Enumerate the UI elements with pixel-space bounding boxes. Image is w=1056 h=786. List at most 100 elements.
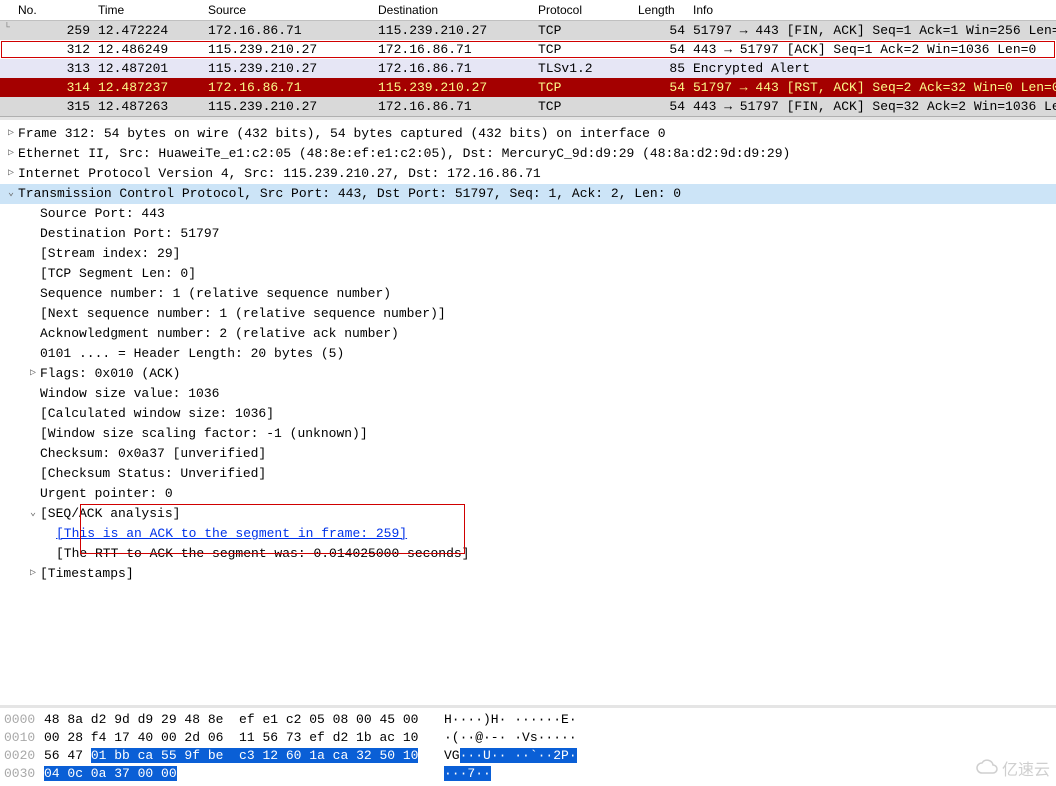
col-header-info[interactable]: Info [689,2,1056,18]
detail-flags[interactable]: ▷Flags: 0x010 (ACK) [0,364,1056,384]
hex-dump-pane: 000048 8a d2 9d d9 29 48 8e ef e1 c2 05 … [0,705,1056,786]
hex-row[interactable]: 003004 0c 0a 37 00 00···7·· [0,765,1056,783]
detail-chkstatus[interactable]: [Checksum Status: Unverified] [0,464,1056,484]
detail-seq[interactable]: Sequence number: 1 (relative sequence nu… [0,284,1056,304]
hex-ascii: H····)H· ······E· [444,711,577,729]
detail-stream[interactable]: [Stream index: 29] [0,244,1056,264]
hex-bytes: 56 47 01 bb ca 55 9f be c3 12 60 1a ca 3… [44,747,444,765]
cell-info: Encrypted Alert [689,60,1056,77]
hex-offset: 0030 [4,765,44,783]
cell-length: 54 [634,79,689,96]
detail-calcwin[interactable]: [Calculated window size: 1036] [0,404,1056,424]
cell-no: 259 [14,22,94,39]
collapse-icon[interactable]: ⌄ [4,184,18,204]
packet-row[interactable]: └25912.472224172.16.86.71115.239.210.27T… [0,21,1056,40]
packet-row[interactable]: 31212.486249115.239.210.27172.16.86.71TC… [0,40,1056,59]
expand-icon[interactable]: ▷ [26,564,40,584]
cell-protocol: TCP [534,41,634,58]
col-header-length[interactable]: Length [634,2,689,18]
cell-destination: 172.16.86.71 [374,41,534,58]
cloud-icon [976,759,998,777]
col-header-protocol[interactable]: Protocol [534,2,634,18]
cell-info: 443 → 51797 [ACK] Seq=1 Ack=2 Win=1036 L… [689,41,1056,58]
detail-ack[interactable]: Acknowledgment number: 2 (relative ack n… [0,324,1056,344]
detail-ip[interactable]: ▷Internet Protocol Version 4, Src: 115.2… [0,164,1056,184]
detail-frame-text: Frame 312: 54 bytes on wire (432 bits), … [18,124,666,144]
packet-list-pane: No. Time Source Destination Protocol Len… [0,0,1056,117]
expand-icon[interactable]: ▷ [26,364,40,384]
cell-info: 51797 → 443 [FIN, ACK] Seq=1 Ack=1 Win=2… [689,22,1056,39]
col-header-no[interactable]: No. [14,2,94,18]
packet-list-header: No. Time Source Destination Protocol Len… [0,0,1056,21]
cell-destination: 172.16.86.71 [374,60,534,77]
hex-offset: 0000 [4,711,44,729]
hex-bytes: 00 28 f4 17 40 00 2d 06 11 56 73 ef d2 1… [44,729,444,747]
cell-time: 12.472224 [94,22,204,39]
cell-no: 315 [14,98,94,115]
direction-arrow-icon [0,98,14,115]
packet-rows: └25912.472224172.16.86.71115.239.210.27T… [0,21,1056,116]
cell-source: 115.239.210.27 [204,41,374,58]
cell-destination: 115.239.210.27 [374,79,534,96]
hex-ascii: ···7·· [444,765,491,783]
detail-seglen[interactable]: [TCP Segment Len: 0] [0,264,1056,284]
direction-arrow-icon [0,79,14,96]
detail-ip-text: Internet Protocol Version 4, Src: 115.23… [18,164,541,184]
detail-nextseq[interactable]: [Next sequence number: 1 (relative seque… [0,304,1056,324]
cell-source: 172.16.86.71 [204,22,374,39]
detail-frame[interactable]: ▷Frame 312: 54 bytes on wire (432 bits),… [0,124,1056,144]
cell-protocol: TCP [534,79,634,96]
cell-protocol: TCP [534,98,634,115]
hex-bytes: 48 8a d2 9d d9 29 48 8e ef e1 c2 05 08 0… [44,711,444,729]
cell-length: 54 [634,22,689,39]
collapse-icon[interactable]: ⌄ [26,504,40,524]
cell-destination: 115.239.210.27 [374,22,534,39]
hex-row[interactable]: 002056 47 01 bb ca 55 9f be c3 12 60 1a … [0,747,1056,765]
cell-length: 85 [634,60,689,77]
detail-winscale[interactable]: [Window size scaling factor: -1 (unknown… [0,424,1056,444]
detail-srcport[interactable]: Source Port: 443 [0,204,1056,224]
detail-ackto[interactable]: [This is an ACK to the segment in frame:… [0,524,1056,544]
packet-row[interactable]: 31412.487237172.16.86.71115.239.210.27TC… [0,78,1056,97]
detail-urg[interactable]: Urgent pointer: 0 [0,484,1056,504]
hex-row[interactable]: 001000 28 f4 17 40 00 2d 06 11 56 73 ef … [0,729,1056,747]
detail-timestamps[interactable]: ▷[Timestamps] [0,564,1056,584]
hex-offset: 0010 [4,729,44,747]
cell-protocol: TLSv1.2 [534,60,634,77]
packet-detail-pane: ▷Frame 312: 54 bytes on wire (432 bits),… [0,117,1056,705]
cell-time: 12.487237 [94,79,204,96]
col-header-spacer [0,2,14,18]
detail-seqack[interactable]: ⌄ [SEQ/ACK analysis] [0,504,1056,524]
col-header-source[interactable]: Source [204,2,374,18]
cell-no: 314 [14,79,94,96]
expand-icon[interactable]: ▷ [4,144,18,164]
cell-info: 443 → 51797 [FIN, ACK] Seq=32 Ack=2 Win=… [689,98,1056,115]
watermark: 亿速云 [976,756,1050,780]
cell-source: 172.16.86.71 [204,79,374,96]
detail-checksum[interactable]: Checksum: 0x0a37 [unverified] [0,444,1056,464]
cell-protocol: TCP [534,22,634,39]
col-header-time[interactable]: Time [94,2,204,18]
cell-length: 54 [634,41,689,58]
detail-eth-text: Ethernet II, Src: HuaweiTe_e1:c2:05 (48:… [18,144,790,164]
cell-source: 115.239.210.27 [204,60,374,77]
cell-info: 51797 → 443 [RST, ACK] Seq=2 Ack=32 Win=… [689,79,1056,96]
expand-icon[interactable]: ▷ [4,164,18,184]
detail-tcp[interactable]: ⌄Transmission Control Protocol, Src Port… [0,184,1056,204]
hex-offset: 0020 [4,747,44,765]
cell-source: 115.239.210.27 [204,98,374,115]
detail-rtt[interactable]: [The RTT to ACK the segment was: 0.01402… [0,544,1056,564]
cell-length: 54 [634,98,689,115]
col-header-destination[interactable]: Destination [374,2,534,18]
hex-row[interactable]: 000048 8a d2 9d d9 29 48 8e ef e1 c2 05 … [0,711,1056,729]
detail-hlen[interactable]: 0101 .... = Header Length: 20 bytes (5) [0,344,1056,364]
cell-time: 12.487263 [94,98,204,115]
detail-ethernet[interactable]: ▷Ethernet II, Src: HuaweiTe_e1:c2:05 (48… [0,144,1056,164]
direction-arrow-icon [0,60,14,77]
expand-icon[interactable]: ▷ [4,124,18,144]
detail-dstport[interactable]: Destination Port: 51797 [0,224,1056,244]
detail-win[interactable]: Window size value: 1036 [0,384,1056,404]
packet-row[interactable]: 31512.487263115.239.210.27172.16.86.71TC… [0,97,1056,116]
packet-row[interactable]: 31312.487201115.239.210.27172.16.86.71TL… [0,59,1056,78]
cell-time: 12.486249 [94,41,204,58]
